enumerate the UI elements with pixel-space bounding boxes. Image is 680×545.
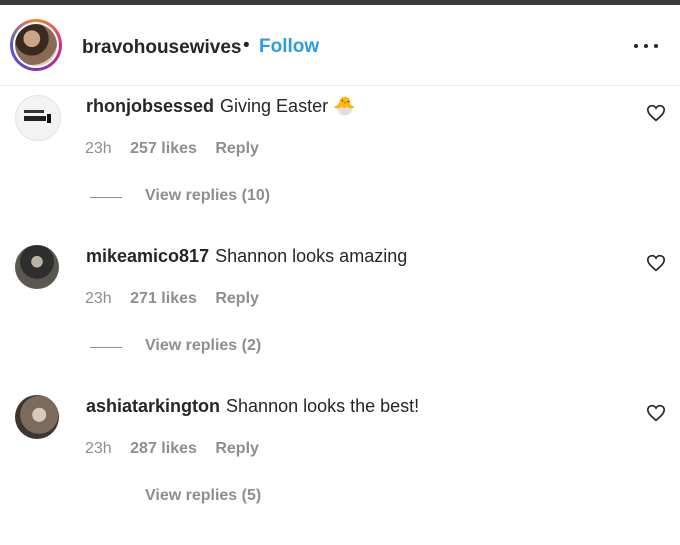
comment-meta: 23h 271 likes Reply [85,290,273,308]
replies-line [90,347,122,348]
reply-button[interactable]: Reply [215,290,259,308]
comment-body: Giving Easter 🐣 [220,96,356,116]
view-replies-button[interactable]: View replies (10) [145,187,270,205]
header-username[interactable]: bravohousewives [82,37,241,59]
comment-text-row: rhonjobsessed Giving Easter 🐣 [86,95,356,117]
reply-button[interactable]: Reply [215,440,259,458]
like-heart-icon[interactable] [646,104,666,122]
comment-text-row: mikeamico817 Shannon looks amazing [86,245,407,267]
post-header: bravohousewives • Follow [0,5,680,86]
like-heart-icon[interactable] [646,404,666,422]
comment-time: 23h [85,440,112,457]
comment-username[interactable]: ashiatarkington [86,396,220,416]
view-replies-button[interactable]: View replies (5) [145,487,261,505]
comment-likes[interactable]: 257 likes [130,140,197,158]
header-separator: • [243,35,250,56]
comment-avatar[interactable] [15,95,61,141]
comment-avatar[interactable] [15,245,59,289]
comment-username[interactable]: rhonjobsessed [86,96,214,116]
avatar-image [15,24,57,66]
like-heart-icon[interactable] [646,254,666,272]
comment-body: Shannon looks amazing [215,246,408,266]
comment-avatar[interactable] [15,395,59,439]
comment-time: 23h [85,140,112,157]
comment-item: mikeamico817 Shannon looks amazing 23h 27… [0,245,680,395]
comment-likes[interactable]: 287 likes [130,440,197,458]
comment-item: ashiatarkington Shannon looks the best! 2… [0,395,680,545]
comment-username[interactable]: mikeamico817 [86,246,209,266]
replies-line [90,197,122,198]
comment-meta: 23h 257 likes Reply [85,140,273,158]
header-avatar[interactable] [10,19,62,71]
comment-text-row: ashiatarkington Shannon looks the best! [86,395,419,417]
comment-likes[interactable]: 271 likes [130,290,197,308]
comment-item: rhonjobsessed Giving Easter 🐣 23h 257 lik… [0,95,680,245]
reply-button[interactable]: Reply [215,140,259,158]
more-options-icon[interactable] [632,41,660,51]
comment-meta: 23h 287 likes Reply [85,440,273,458]
follow-button[interactable]: Follow [259,36,319,58]
view-replies-button[interactable]: View replies (2) [145,337,261,355]
comment-body: Shannon looks the best! [226,396,420,416]
comment-time: 23h [85,290,112,307]
